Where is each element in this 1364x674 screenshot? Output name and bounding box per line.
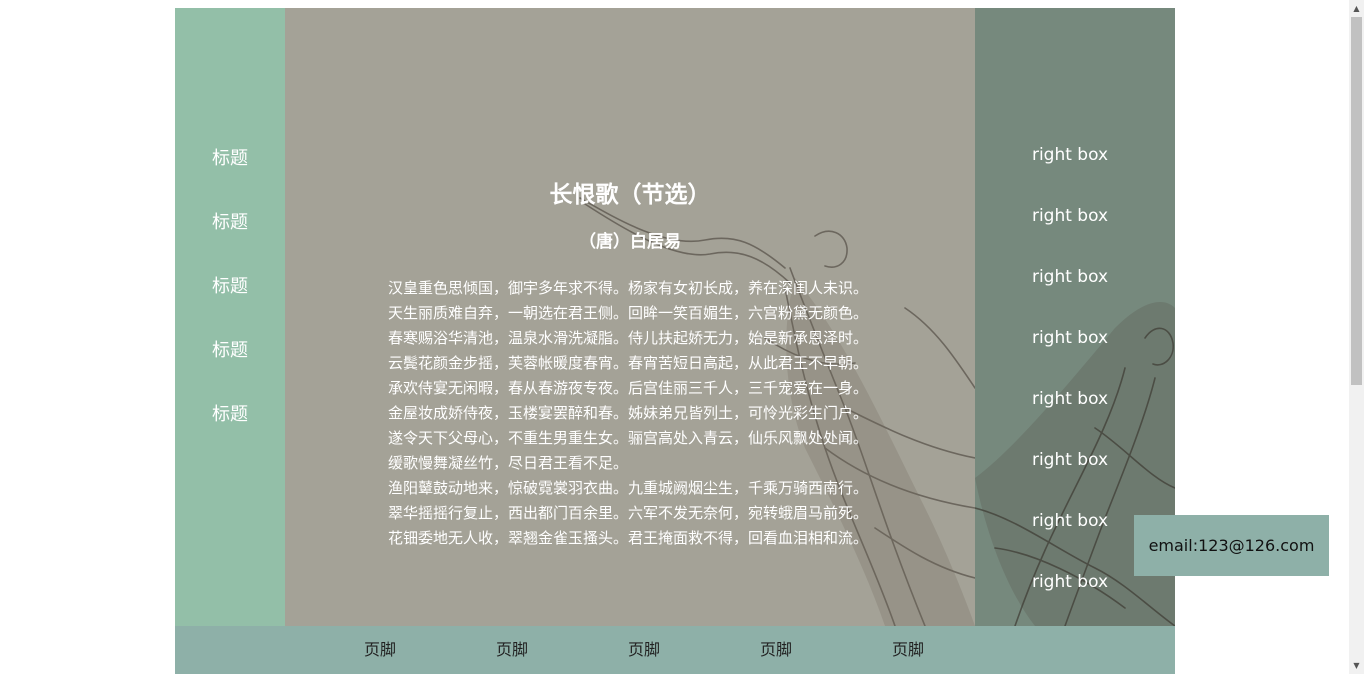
poem-line: 云鬓花颜金步摇，芙蓉帐暖度春宵。春宵苦短日高起，从此君王不早朝。 <box>388 354 869 372</box>
poem-line: 渔阳鼙鼓动地来，惊破霓裳羽衣曲。九重城阙烟尘生，千乘万骑西南行。 <box>388 479 869 497</box>
poem-line: 花钿委地无人收，翠翘金雀玉搔头。君王掩面救不得，回看血泪相和流。 <box>388 529 869 547</box>
right-box-item[interactable]: right box <box>975 388 1165 410</box>
main-content: 长恨歌（节选） （唐）白居易 汉皇重色思倾国，御宇多年求不得。杨家有女初长成，养… <box>285 8 975 626</box>
right-box-item[interactable]: right box <box>975 327 1165 349</box>
footer-link[interactable]: 页脚 <box>340 638 420 662</box>
right-box-item[interactable]: right box <box>975 205 1165 227</box>
footer-link[interactable]: 页脚 <box>868 638 948 662</box>
scroll-down-arrow-icon[interactable]: ▼ <box>1349 657 1364 674</box>
left-sidebar: 标题 标题 标题 标题 标题 <box>175 8 285 626</box>
poem-title: 长恨歌（节选） <box>549 182 711 208</box>
poem-body: 汉皇重色思倾国，御宇多年求不得。杨家有女初长成，养在深闺人未识。 天生丽质难自弃… <box>388 276 928 551</box>
poem-author: （唐）白居易 <box>579 232 681 252</box>
poem-line: 金屋妆成娇侍夜，玉楼宴罢醉和春。姊妹弟兄皆列土，可怜光彩生门户。 <box>388 404 869 422</box>
sidebar-item[interactable]: 标题 <box>175 339 285 363</box>
sidebar-item[interactable]: 标题 <box>175 403 285 427</box>
right-box-item[interactable]: right box <box>975 449 1165 471</box>
sidebar-item[interactable]: 标题 <box>175 211 285 235</box>
scroll-up-arrow-icon[interactable]: ▲ <box>1349 0 1364 17</box>
email-contact-box[interactable]: email:123@126.com <box>1134 515 1329 576</box>
right-box-item[interactable]: right box <box>975 144 1165 166</box>
poem-line: 缓歌慢舞凝丝竹，尽日君王看不足。 <box>388 454 629 472</box>
poem-line: 遂令天下父母心，不重生男重生女。骊宫高处入青云，仙乐风飘处处闻。 <box>388 429 869 447</box>
right-box-item[interactable]: right box <box>975 266 1165 288</box>
vertical-scrollbar[interactable]: ▲ ▼ <box>1349 0 1364 674</box>
footer-link[interactable]: 页脚 <box>472 638 552 662</box>
footer-link[interactable]: 页脚 <box>604 638 684 662</box>
sidebar-item[interactable]: 标题 <box>175 275 285 299</box>
poem-line: 翠华摇摇行复止，西出都门百余里。六军不发无奈何，宛转蛾眉马前死。 <box>388 504 869 522</box>
sidebar-item[interactable]: 标题 <box>175 147 285 171</box>
poem-line: 汉皇重色思倾国，御宇多年求不得。杨家有女初长成，养在深闺人未识。 <box>388 279 869 297</box>
poem-line: 承欢侍宴无闲暇，春从春游夜专夜。后宫佳丽三千人，三千宠爱在一身。 <box>388 379 869 397</box>
footer-link[interactable]: 页脚 <box>736 638 816 662</box>
poem-line: 天生丽质难自弃，一朝选在君王侧。回眸一笑百媚生，六宫粉黛无颜色。 <box>388 304 869 322</box>
scrollbar-thumb[interactable] <box>1351 17 1362 385</box>
page-footer: 页脚 页脚 页脚 页脚 页脚 <box>175 626 1175 674</box>
page-wrapper: 标题 标题 标题 标题 标题 长恨歌（节选） （唐）白居易 汉皇重色思倾国，御宇… <box>175 8 1175 674</box>
poem-line: 春寒赐浴华清池，温泉水滑洗凝脂。侍儿扶起娇无力，始是新承恩泽时。 <box>388 329 869 347</box>
